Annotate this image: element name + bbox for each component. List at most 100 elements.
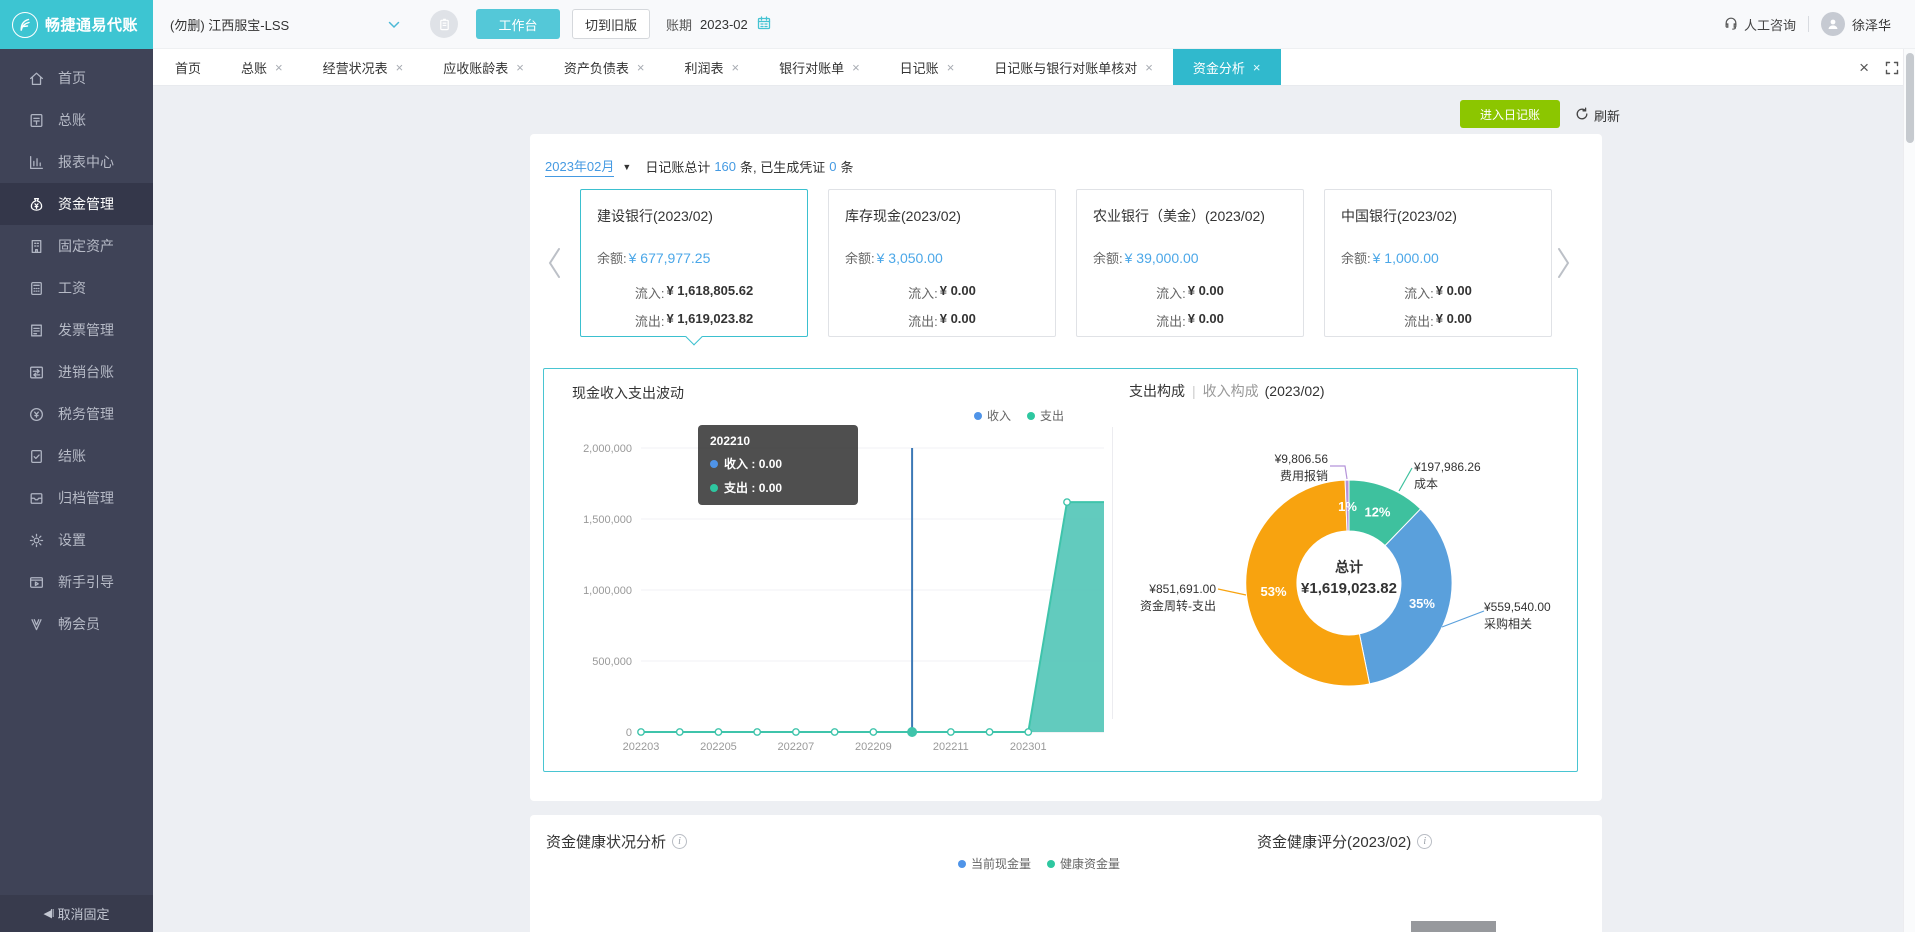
account-set-dropdown[interactable]: (勿删) 江西服宝-LSS [170, 15, 400, 34]
notepad-icon[interactable] [430, 10, 458, 38]
svg-text:12%: 12% [1364, 505, 1390, 520]
app-logo: 畅捷通易代账 [0, 0, 153, 49]
avatar [1821, 12, 1845, 36]
account-name: 库存现金(2023/02) [845, 206, 1039, 226]
account-name: 建设银行(2023/02) [597, 206, 791, 226]
legend-item-current-cash[interactable]: 当前现金量 [958, 855, 1031, 872]
sidebar-item-工资[interactable]: 工资 [0, 267, 153, 309]
tab-总账[interactable]: 总账× [221, 49, 303, 85]
tab-应收账龄表[interactable]: 应收账龄表 × [423, 49, 544, 85]
health-analysis-title: 资金健康状况分析 i [546, 831, 687, 852]
sidebar-item-label: 资金管理 [58, 194, 114, 214]
tab-close-icon[interactable]: × [852, 61, 860, 74]
sidebar-item-畅会员[interactable]: 畅会员 [0, 603, 153, 645]
close-all-tabs-icon[interactable]: × [1859, 58, 1869, 78]
tab-close-icon[interactable]: × [396, 61, 404, 74]
donut-center-total: 总计 ¥1,619,023.82 [1269, 557, 1429, 597]
tab-close-icon[interactable]: × [275, 61, 283, 74]
tab-close-icon[interactable]: × [947, 61, 955, 74]
account-card-农业银行（美金）(2023/02)[interactable]: 农业银行（美金）(2023/02)余额:¥ 39,000.00流入:¥ 0.00… [1076, 189, 1304, 337]
caret-down-icon[interactable]: ▼ [622, 162, 631, 172]
period-group: 账期 2023-02 [666, 15, 772, 34]
info-icon[interactable]: i [672, 834, 687, 849]
tab-label: 应收账龄表 [443, 58, 508, 77]
enter-journal-button[interactable]: 进入日记账 [1460, 100, 1560, 128]
tab-资产负债表[interactable]: 资产负债表× [544, 49, 665, 85]
collapse-icon: ◀‖ [43, 907, 52, 920]
switch-old-version-button[interactable]: 切到旧版 [572, 9, 650, 39]
legend-label: 健康资金量 [1060, 855, 1120, 872]
chevron-down-icon [388, 17, 400, 32]
sidebar-item-设置[interactable]: 设置 [0, 519, 153, 561]
sidebar-item-总账[interactable]: 总账 [0, 99, 153, 141]
tooltip-dot [710, 460, 718, 468]
account-card-建设银行(2023/02)[interactable]: 建设银行(2023/02)余额:¥ 677,977.25流入:¥ 1,618,8… [580, 189, 808, 337]
support-link[interactable]: 人工咨询 [1723, 15, 1796, 34]
funds-health-panel: 资金健康状况分析 i 当前现金量 健康资金量 资金健康评分(2023/02) i [530, 815, 1602, 932]
month-selector[interactable]: 2023年02月 [545, 156, 614, 177]
sidebar-unpin-button[interactable]: ◀‖ 取消固定 [0, 895, 153, 932]
svg-text:202207: 202207 [778, 741, 815, 753]
funds-icon [28, 196, 45, 213]
page-scrollbar [1903, 49, 1915, 932]
sidebar-item-税务管理[interactable]: 税务管理 [0, 393, 153, 435]
tab-银行对账单[interactable]: 银行对账单× [759, 49, 880, 85]
tab-close-icon[interactable]: × [1145, 61, 1153, 74]
summary-prefix: 日记账总计 [645, 157, 710, 176]
period-value[interactable]: 2023-02 [700, 17, 748, 32]
sidebar-item-发票管理[interactable]: 发票管理 [0, 309, 153, 351]
outflow-row: 流出:¥ 0.00 [1341, 311, 1535, 330]
workbench-button[interactable]: 工作台 [476, 9, 560, 39]
sidebar-item-固定资产[interactable]: 固定资产 [0, 225, 153, 267]
summary-mid: 条, 已生成凭证 [740, 157, 825, 176]
tab-close-icon[interactable]: × [1253, 61, 1261, 74]
carousel-next-button[interactable] [1556, 246, 1572, 280]
user-menu[interactable]: 徐泽华 [1821, 12, 1891, 36]
tab-日记账与银行对账单核对[interactable]: 日记账与银行对账单核对 × [974, 49, 1173, 85]
sidebar-item-报表中心[interactable]: 报表中心 [0, 141, 153, 183]
tab-close-icon[interactable]: × [731, 61, 739, 74]
sidebar-item-资金管理[interactable]: 资金管理 [0, 183, 153, 225]
sidebar-item-label: 设置 [58, 530, 86, 550]
sidebar-item-label: 发票管理 [58, 320, 114, 340]
divider [1808, 16, 1809, 32]
sidebar-item-结账[interactable]: 结账 [0, 435, 153, 477]
carousel-prev-button[interactable] [546, 246, 562, 280]
tab-label: 日记账与银行对账单核对 [994, 58, 1137, 77]
legend-dot [1047, 860, 1055, 868]
username: 徐泽华 [1852, 15, 1891, 34]
home-icon [28, 70, 45, 87]
sidebar-item-首页[interactable]: 首页 [0, 57, 153, 99]
legend-item-healthy-cash[interactable]: 健康资金量 [1047, 855, 1120, 872]
sidebar-item-新手引导[interactable]: 新手引导 [0, 561, 153, 603]
voucher-count: 0 [829, 159, 836, 174]
outflow-row: 流出:¥ 0.00 [1093, 311, 1287, 330]
tab-close-icon[interactable]: × [516, 61, 524, 74]
tab-资金分析[interactable]: 资金分析 × [1173, 49, 1281, 85]
outflow-row: 流出:¥ 1,619,023.82 [597, 311, 791, 330]
calendar-icon[interactable] [756, 15, 772, 34]
sidebar-item-归档管理[interactable]: 归档管理 [0, 477, 153, 519]
fullscreen-icon[interactable] [1885, 61, 1899, 75]
slice-label-expense-reimbursement: ¥9,806.56费用报销 [1178, 451, 1328, 485]
account-card-库存现金(2023/02)[interactable]: 库存现金(2023/02)余额:¥ 3,050.00流入:¥ 0.00流出:¥ … [828, 189, 1056, 337]
tab-label: 经营状况表 [323, 58, 388, 77]
settings-icon [28, 532, 45, 549]
refresh-button[interactable]: 刷新 [1575, 106, 1620, 125]
tab-label: 资金分析 [1193, 58, 1245, 77]
report-center-icon [28, 154, 45, 171]
account-name: 农业银行（美金）(2023/02) [1093, 206, 1287, 226]
scrollbar-thumb[interactable] [1906, 53, 1914, 143]
account-set-value: (勿删) 江西服宝-LSS [170, 15, 388, 34]
tab-首页[interactable]: 首页 [155, 49, 221, 85]
sidebar-item-进销台账[interactable]: 进销台账 [0, 351, 153, 393]
health-chart-legend: 当前现金量 健康资金量 [958, 855, 1120, 872]
tab-利润表[interactable]: 利润表× [664, 49, 759, 85]
info-icon[interactable]: i [1417, 834, 1432, 849]
tab-close-icon[interactable]: × [637, 61, 645, 74]
tab-日记账[interactable]: 日记账× [880, 49, 975, 85]
inflow-row: 流入:¥ 1,618,805.62 [597, 283, 791, 302]
tab-经营状况表[interactable]: 经营状况表 × [303, 49, 424, 85]
balance-row: 余额:¥ 39,000.00 [1093, 248, 1287, 267]
account-card-中国银行(2023/02)[interactable]: 中国银行(2023/02)余额:¥ 1,000.00流入:¥ 0.00流出:¥ … [1324, 189, 1552, 337]
